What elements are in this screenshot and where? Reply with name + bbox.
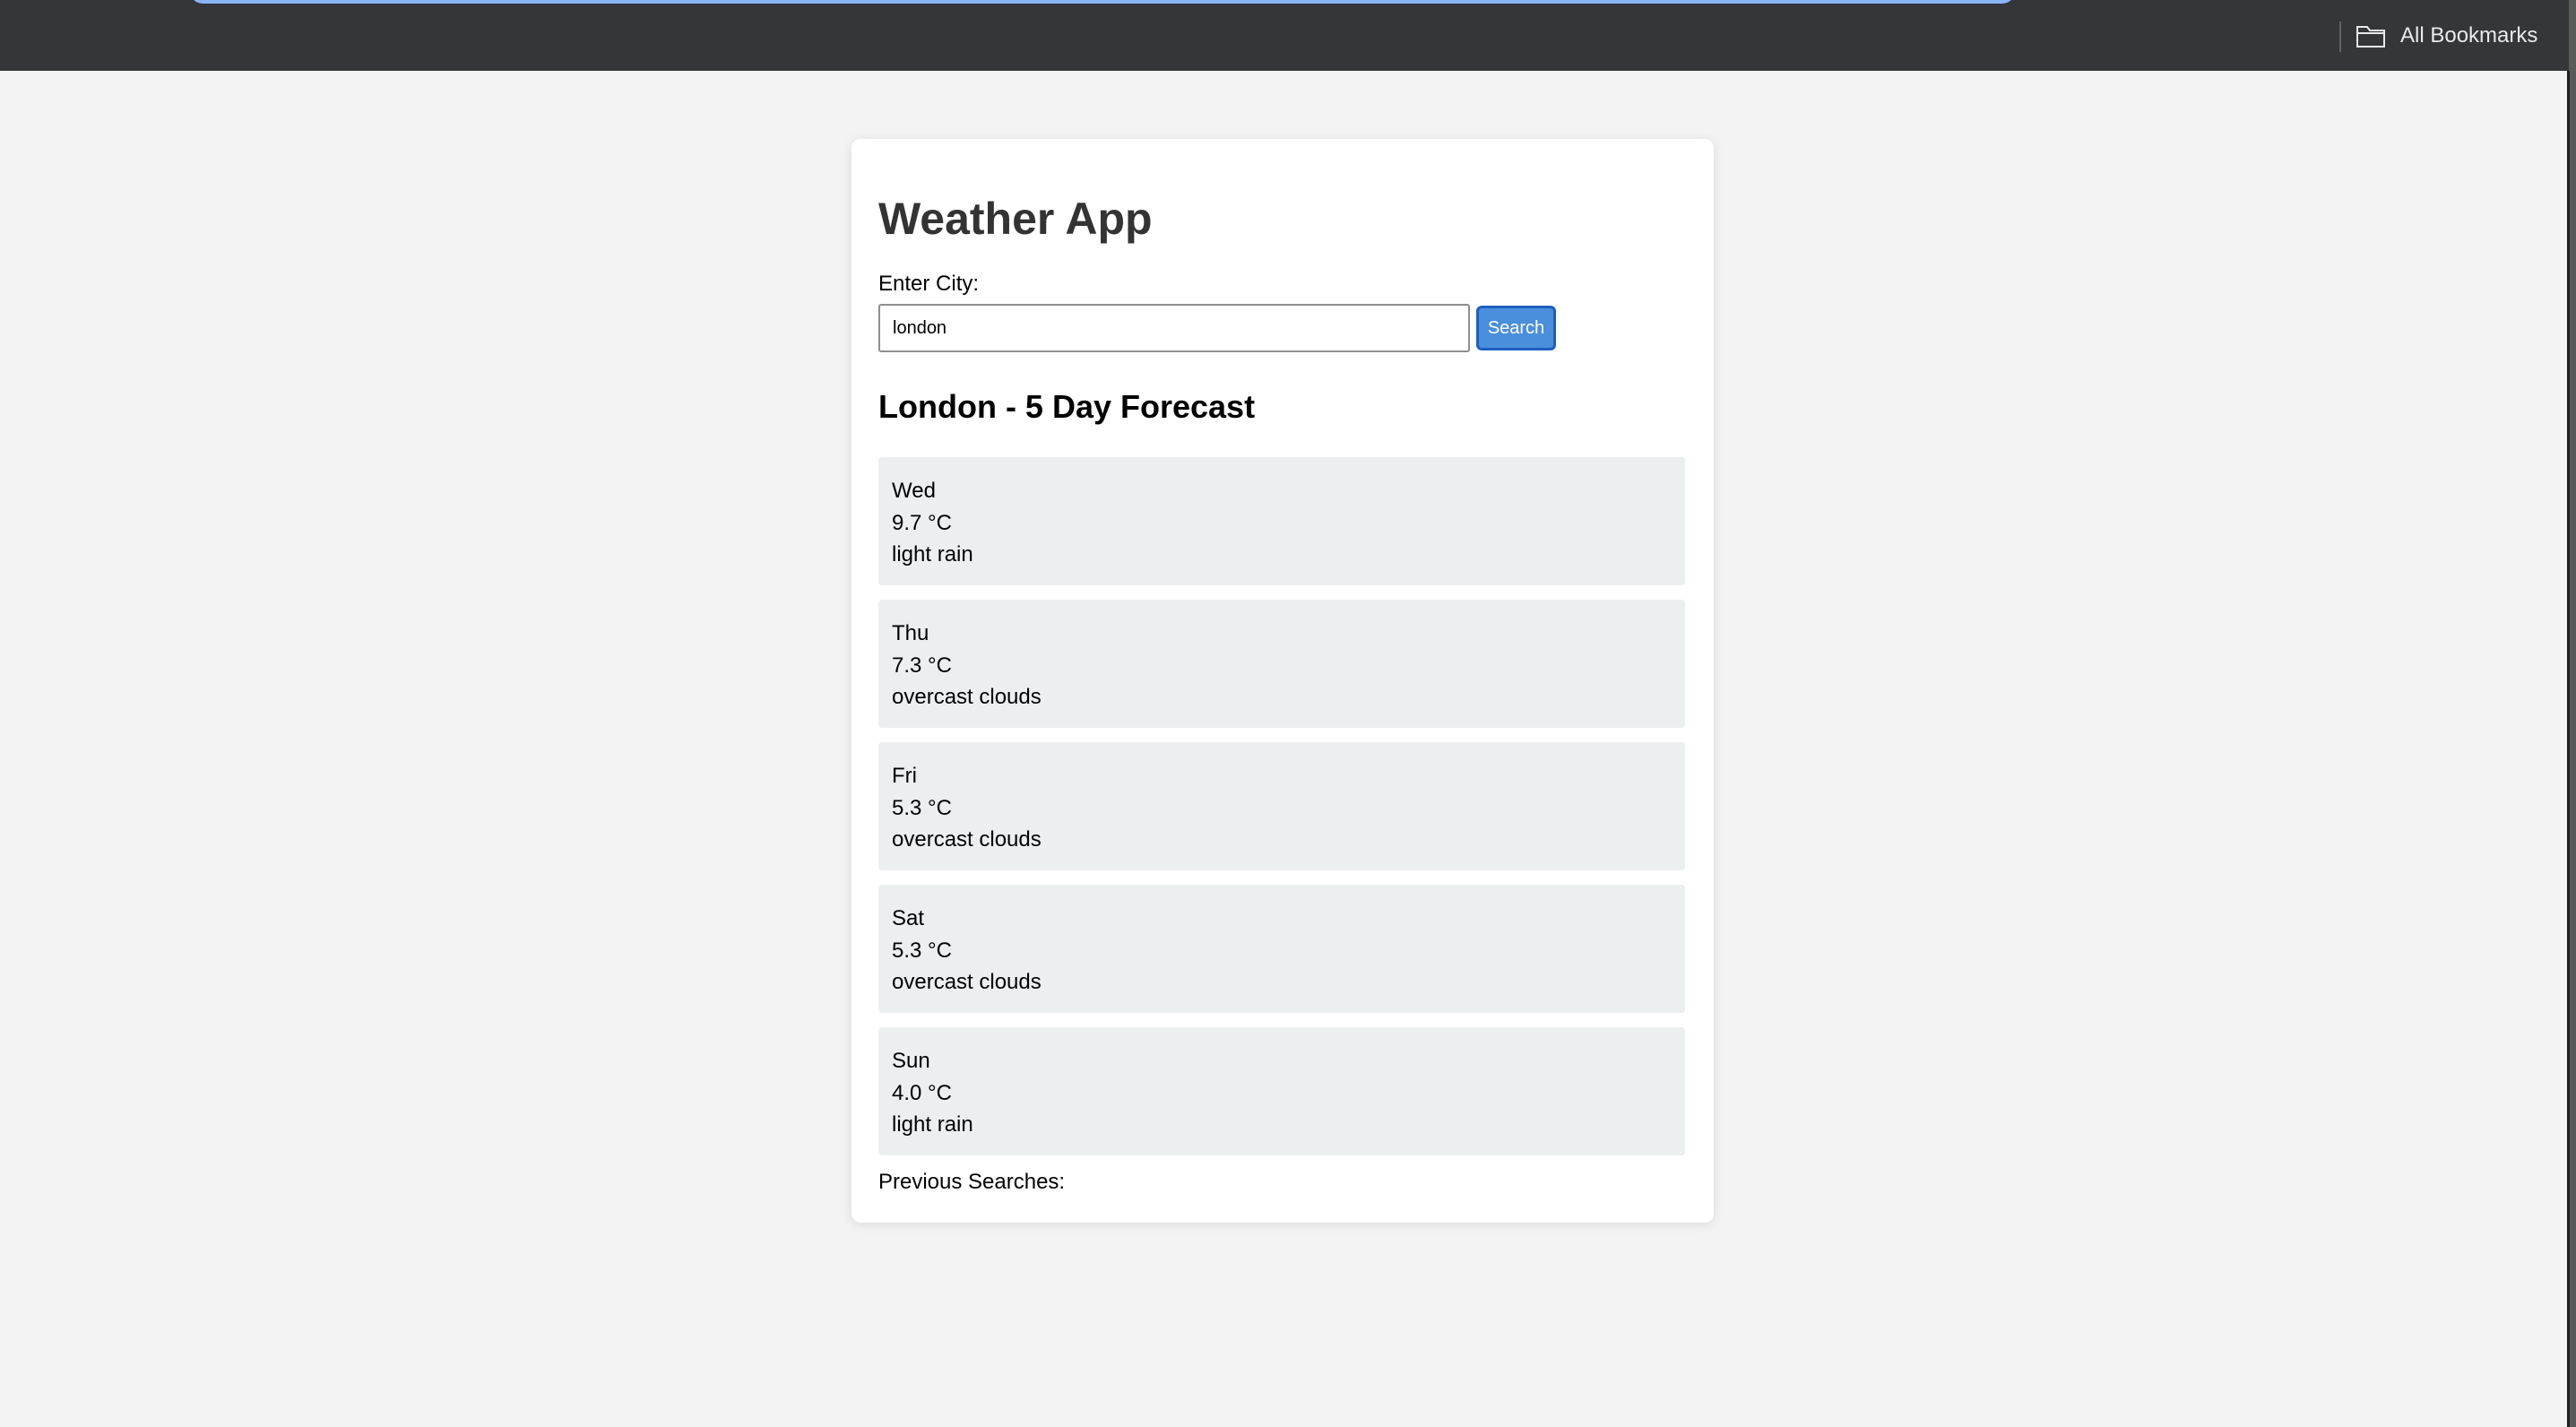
page-title: Weather App — [878, 194, 1153, 244]
forecast-temperature: 7.3 °C — [892, 653, 952, 678]
forecast-temperature: 5.3 °C — [892, 938, 952, 963]
forecast-title: London - 5 Day Forecast — [878, 388, 1256, 425]
browser-toolbar: All Bookmarks — [0, 0, 2569, 71]
all-bookmarks-label: All Bookmarks — [2400, 23, 2538, 48]
bookmarks-divider — [2339, 22, 2341, 52]
all-bookmarks-button[interactable]: All Bookmarks — [2356, 18, 2537, 54]
forecast-day: Wed — [892, 479, 936, 503]
weather-app-card: Weather App Enter City: Search London - … — [851, 139, 1714, 1223]
city-input[interactable] — [878, 304, 1470, 352]
window-edge-shadow — [2567, 71, 2570, 1427]
city-label: Enter City: — [878, 272, 980, 296]
previous-searches-label: Previous Searches: — [878, 1170, 1066, 1194]
window-edge — [2569, 0, 2576, 1427]
forecast-temperature: 5.3 °C — [892, 795, 952, 820]
forecast-description: overcast clouds — [892, 827, 1042, 852]
forecast-temperature: 4.0 °C — [892, 1080, 952, 1105]
forecast-day: Thu — [892, 621, 929, 645]
forecast-day-card: Thu 7.3 °C overcast clouds — [878, 600, 1685, 728]
forecast-description: overcast clouds — [892, 685, 1042, 709]
forecast-description: overcast clouds — [892, 970, 1042, 994]
forecast-list: Wed 9.7 °C light rain Thu 7.3 °C overcas… — [878, 457, 1685, 1170]
forecast-day-card: Sun 4.0 °C light rain — [878, 1027, 1685, 1155]
forecast-day-card: Wed 9.7 °C light rain — [878, 457, 1685, 585]
forecast-day: Sun — [892, 1049, 930, 1073]
folder-icon — [2356, 26, 2385, 48]
forecast-temperature: 9.7 °C — [892, 510, 952, 535]
forecast-day: Fri — [892, 764, 917, 788]
forecast-description: light rain — [892, 542, 973, 566]
forecast-day-card: Fri 5.3 °C overcast clouds — [878, 742, 1685, 870]
forecast-day: Sat — [892, 906, 925, 930]
search-button[interactable]: Search — [1476, 306, 1556, 350]
forecast-day-card: Sat 5.3 °C overcast clouds — [878, 885, 1685, 1013]
address-bar[interactable] — [190, 0, 2015, 4]
forecast-description: light rain — [892, 1112, 973, 1137]
